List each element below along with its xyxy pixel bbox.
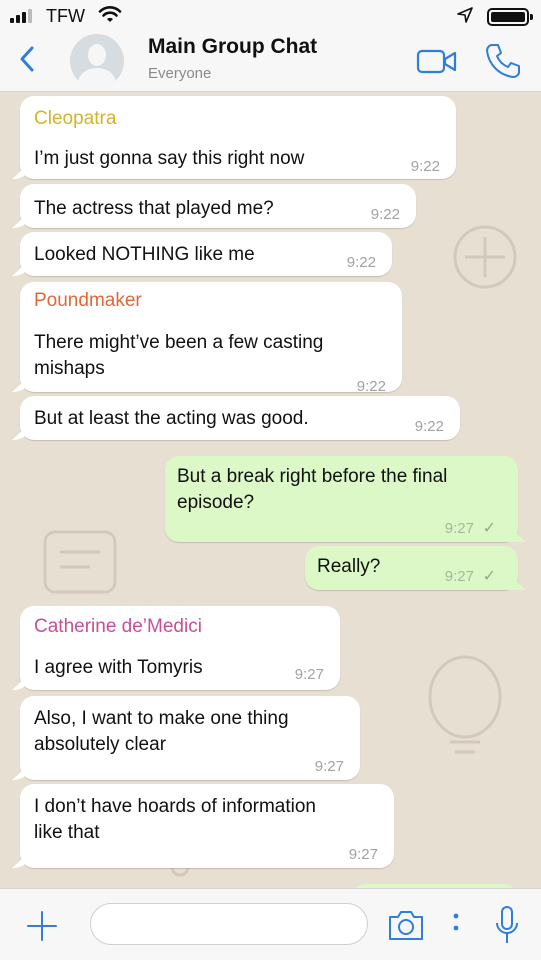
message-time: 9:27 [294,666,324,683]
message-bubble[interactable]: I don’t have hoards of information like … [20,784,394,868]
message-text: But at least the acting was good. [34,408,309,429]
sender-name: Catherine de’Medici [34,616,202,637]
chat-title[interactable]: Main Group Chat [148,35,317,59]
message-text: I’m just gonna say this right now [34,148,305,169]
camera-icon[interactable] [386,907,426,943]
message-time: 9:22 [356,378,386,395]
wallpaper-doodle-icon [453,225,517,289]
more-dots-icon[interactable] [452,911,460,935]
message-time: 9:27 [444,568,474,585]
message-bubble[interactable]: But at least the acting was good. 9:22 [20,396,460,440]
message-text: I agree with Tomyris [34,657,203,678]
message-text: But a break right before the final [177,466,448,487]
microphone-icon[interactable] [494,905,520,945]
message-text: Looked NOTHING like me [34,244,255,265]
message-time: 9:22 [410,158,440,175]
message-text-line2: mishaps [34,358,105,379]
wallpaper-doodle-icon [428,655,502,754]
wifi-icon [98,6,122,22]
chat-header: Main Group Chat Everyone [0,30,541,92]
message-time: 9:22 [370,206,400,223]
status-bar: TFW [0,0,541,30]
message-bubble[interactable]: Catherine de’Medici I agree with Tomyris… [20,606,340,690]
message-bubble[interactable]: Looked NOTHING like me 9:22 [20,232,392,276]
signal-bars-icon [10,9,32,23]
message-time: 9:22 [346,254,376,271]
message-text-line2: absolutely clear [34,734,167,755]
location-arrow-icon [457,7,473,23]
input-bar [0,888,541,960]
message-bubble-outgoing[interactable]: But a break right before the final episo… [165,456,518,542]
message-text: Also, I want to make one thing [34,708,289,729]
message-bubble[interactable]: Cleopatra I’m just gonna say this right … [20,96,456,179]
sender-name: Poundmaker [34,290,142,311]
carrier-label: TFW [46,6,85,26]
message-time: 9:27 [444,520,474,537]
chat-subtitle: Everyone [148,65,212,82]
message-text: Really? [317,556,381,577]
message-text: The actress that played me? [34,198,274,219]
chat-area[interactable]: Cleopatra I’m just gonna say this right … [0,92,541,888]
message-bubble[interactable]: Also, I want to make one thing absolutel… [20,696,360,780]
message-bubble[interactable]: Poundmaker There might’ve been a few cas… [20,282,402,395]
message-bubble[interactable]: The actress that played me? 9:22 [20,184,416,228]
message-text: There might’ve been a few casting [34,332,324,353]
phone-icon[interactable] [484,42,522,80]
message-text-line2: episode? [177,492,255,513]
message-text: I don’t have hoards of information [34,796,317,817]
sent-check-icon: ✓ [482,520,496,537]
message-bubble-outgoing[interactable]: Really? 9:27 ✓ [305,546,518,590]
message-time: 9:22 [414,418,444,435]
battery-icon [487,8,533,26]
sent-check-icon: ✓ [482,568,496,585]
back-chevron-icon[interactable] [18,44,36,74]
plus-icon[interactable] [25,909,59,943]
message-time: 9:27 [348,846,378,863]
message-time: 9:27 [314,758,344,775]
message-input[interactable] [90,903,368,945]
avatar[interactable] [70,34,124,88]
video-camera-icon[interactable] [416,49,458,75]
message-text-line2: like that [34,822,100,843]
sender-name: Cleopatra [34,108,117,129]
